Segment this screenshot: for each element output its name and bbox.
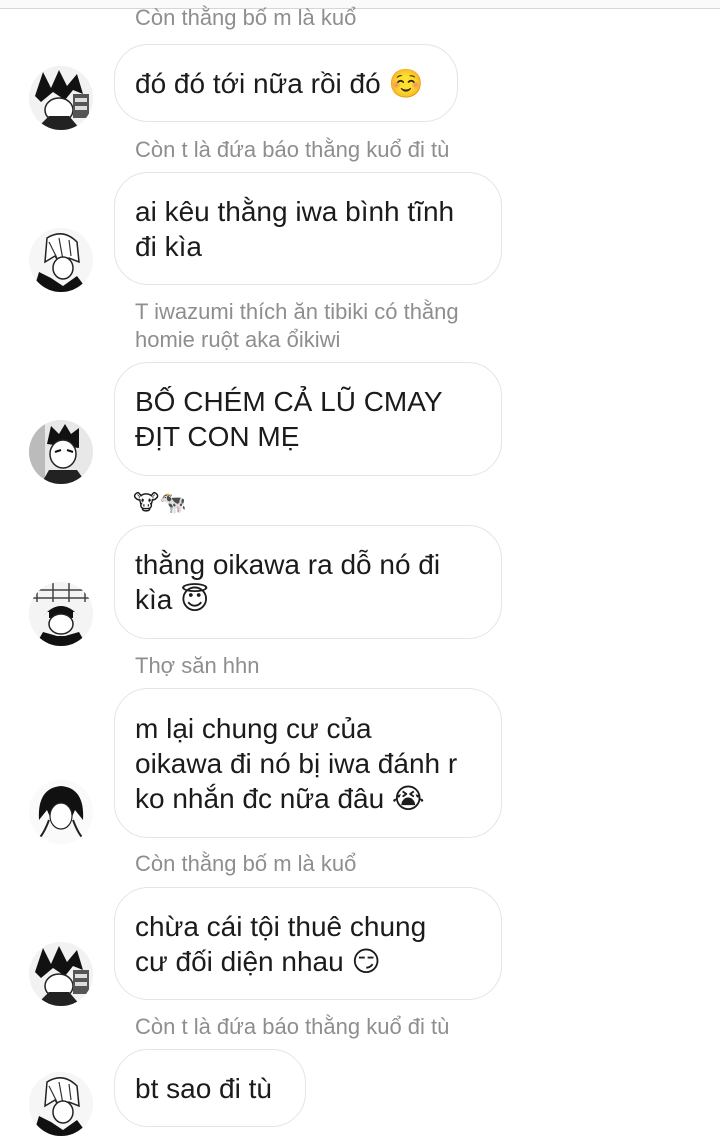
top-edge (0, 0, 720, 9)
message-bubble[interactable]: ai kêu thằng iwa bình tĩnh đi kìa (114, 172, 502, 285)
message-text: bt sao đi tù (135, 1072, 272, 1104)
avatar[interactable] (29, 942, 93, 1006)
manga-avatar-icon (29, 66, 93, 130)
avatar[interactable] (29, 228, 93, 292)
sender-name: Còn t là đứa báo thằng kuổ đi tù (135, 137, 450, 162)
manga-avatar-icon (29, 1072, 93, 1136)
message-text: ai kêu thằng iwa bình tĩnh đi kìa (135, 195, 455, 262)
avatar[interactable] (29, 1072, 93, 1136)
message-text: chừa cái tội thuê chung cư đối diện nhau… (135, 910, 427, 977)
manga-avatar-icon (29, 942, 93, 1006)
manga-avatar-icon (29, 420, 93, 484)
sender-name: Còn t là đứa báo thằng kuổ đi tù (135, 1014, 450, 1039)
message-bubble[interactable]: bt sao đi tù (114, 1049, 306, 1127)
avatar[interactable] (29, 420, 93, 484)
message-text: m lại chung cư của oikawa đi nó bị iwa đ… (135, 712, 458, 814)
message-bubble[interactable]: thằng oikawa ra dỗ nó đi kìa 😇 (114, 525, 502, 639)
message-bubble[interactable]: BỐ CHÉM CẢ LŨ CMAY ĐỊT CON MẸ (114, 362, 502, 476)
sender-name: Còn thằng bố m là kuổ (135, 851, 357, 876)
message-bubble[interactable]: đó đó tới nữa rồi đó ☺️ (114, 44, 458, 122)
message-text: đó đó tới nữa rồi đó ☺️ (135, 67, 424, 99)
avatar[interactable] (29, 780, 93, 844)
message-bubble[interactable]: chừa cái tội thuê chung cư đối diện nhau… (114, 887, 502, 1000)
manga-avatar-icon (29, 228, 93, 292)
sender-name: Còn thằng bố m là kuổ (135, 5, 357, 30)
message-text: thằng oikawa ra dỗ nó đi kìa 😇 (135, 549, 441, 615)
sender-name: T iwazumi thích ăn tibiki có thằng homie… (135, 299, 459, 352)
message-text: BỐ CHÉM CẢ LŨ CMAY ĐỊT CON MẸ (135, 386, 443, 452)
manga-avatar-icon (29, 780, 93, 844)
avatar[interactable] (29, 66, 93, 130)
message-bubble[interactable]: m lại chung cư của oikawa đi nó bị iwa đ… (114, 688, 502, 838)
reaction-emoji[interactable]: 🐮🐄 (133, 489, 186, 517)
manga-avatar-icon (29, 582, 93, 646)
sender-name: Thợ săn hhn (135, 653, 260, 678)
avatar[interactable] (29, 582, 93, 646)
